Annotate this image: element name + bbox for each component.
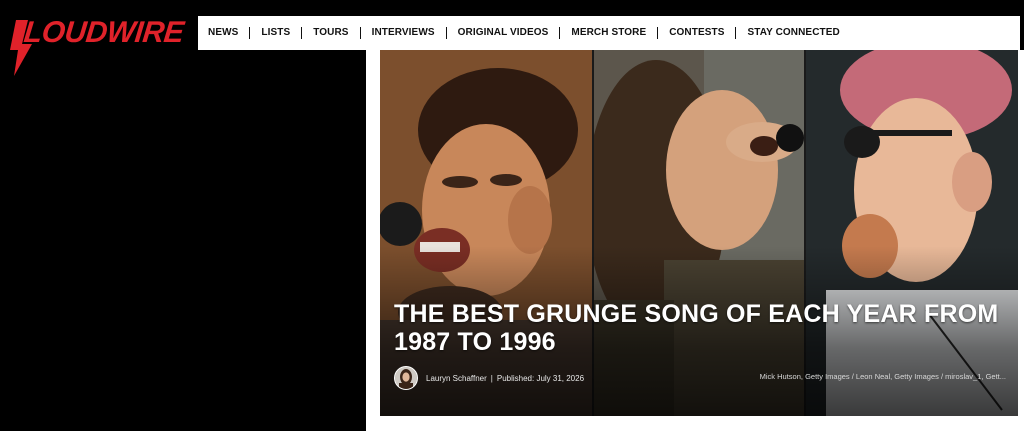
nav-item-interviews[interactable]: INTERVIEWS <box>361 27 447 39</box>
nav-item-tours[interactable]: TOURS <box>302 27 361 39</box>
logo-wordmark: LOUDWIRE <box>22 16 186 49</box>
article-title[interactable]: THE BEST GRUNGE SONG OF EACH YEAR FROM 1… <box>394 300 1004 356</box>
published-date: Published: July 31, 2026 <box>496 373 585 383</box>
nav-item-news[interactable]: NEWS <box>198 27 251 39</box>
nav-item-contests[interactable]: CONTESTS <box>658 27 737 39</box>
article-byline: Lauryn Schaffner | Published: July 31, 2… <box>394 366 584 390</box>
main-nav: NEWS LISTS TOURS INTERVIEWS ORIGINAL VID… <box>198 16 1020 50</box>
featured-article-card[interactable]: THE BEST GRUNGE SONG OF EACH YEAR FROM 1… <box>380 50 1018 416</box>
author-name-link[interactable]: Lauryn Schaffner <box>426 374 487 383</box>
site-logo[interactable]: LOUDWIRE <box>6 14 186 78</box>
author-avatar[interactable] <box>394 366 418 390</box>
nav-item-stay-connected[interactable]: STAY CONNECTED <box>736 27 850 39</box>
nav-item-lists[interactable]: LISTS <box>250 27 303 39</box>
nav-item-merch-store[interactable]: MERCH STORE <box>560 27 659 39</box>
byline-separator: | <box>490 373 493 383</box>
photo-credits: Mick Hutson, Getty Images / Leon Neal, G… <box>759 372 1006 381</box>
nav-item-original-videos[interactable]: ORIGINAL VIDEOS <box>447 27 561 39</box>
